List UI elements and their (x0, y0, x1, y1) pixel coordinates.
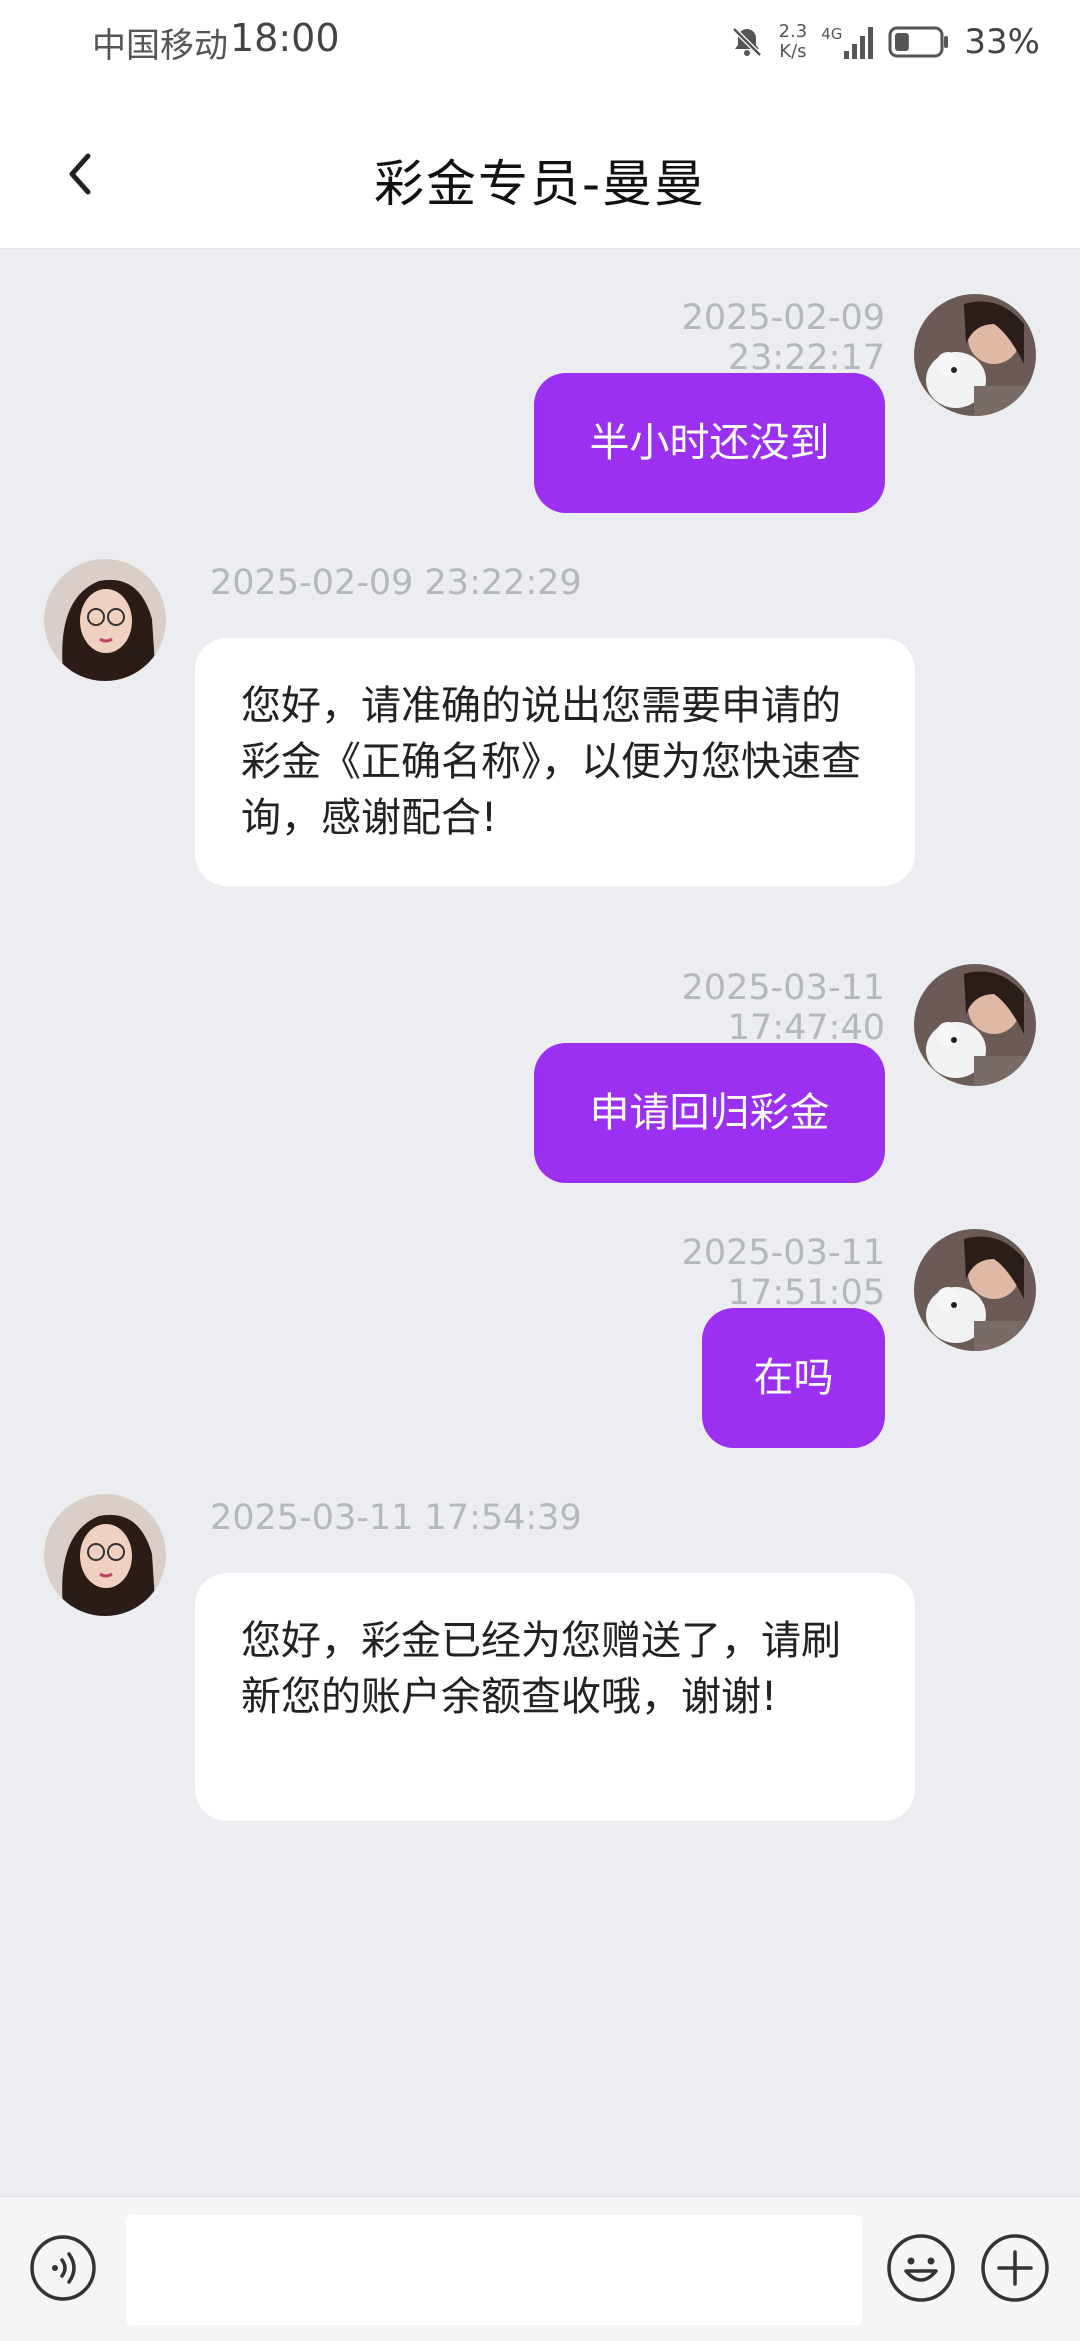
message-bubble-received[interactable]: 您好，彩金已经为您赠送了，请刷新您的账户余额查收哦，谢谢! (195, 1573, 915, 1821)
network-type: 4G (821, 25, 843, 43)
more-button[interactable] (978, 2231, 1052, 2305)
avatar-photo-icon (914, 964, 1036, 1086)
page-title: 彩金专员-曼曼 (373, 155, 707, 213)
net-speed-unit: K/s (779, 41, 807, 62)
plus-icon (981, 2234, 1049, 2302)
net-speed-value: 2.3 (778, 21, 808, 42)
status-icons: 2.3 K/s 4G 33% (729, 18, 1040, 66)
chat-header: 彩金专员-曼曼 (0, 84, 1080, 249)
signal-icon (844, 27, 874, 59)
agent-avatar[interactable] (44, 559, 166, 681)
message-bubble-sent[interactable]: 申请回归彩金 (534, 1043, 885, 1183)
battery-icon (888, 26, 949, 58)
my-avatar[interactable] (914, 964, 1036, 1086)
net-speed: 2.3 K/s (779, 22, 808, 62)
avatar-photo-icon (914, 1229, 1036, 1351)
message-timestamp: 2025-02-09 23:22:17 (681, 298, 885, 378)
message-timestamp: 2025-02-09 23:22:29 (210, 563, 582, 603)
voice-button[interactable] (28, 2233, 98, 2303)
agent-avatar[interactable] (44, 1494, 166, 1616)
carrier-label: 中国移动 (92, 26, 228, 66)
battery-percent: 33% (964, 22, 1040, 62)
message-timestamp: 2025-03-11 17:47:40 (681, 968, 885, 1048)
avatar-photo-icon (44, 1494, 166, 1616)
message-bubble-sent[interactable]: 在吗 (702, 1308, 885, 1448)
my-avatar[interactable] (914, 1229, 1036, 1351)
emoji-button[interactable] (884, 2231, 958, 2305)
message-list[interactable]: 2025-02-09 23:22:17 半小时还没到 2025-02-09 23… (0, 248, 1080, 2198)
avatar-photo-icon (44, 559, 166, 681)
status-bar: 中国移动 18:00 2.3 K/s 4G 33% (0, 0, 1080, 84)
input-bar (0, 2196, 1080, 2341)
my-avatar[interactable] (914, 294, 1036, 416)
clock: 18:00 (230, 16, 340, 60)
signal-indicator: 4G (821, 25, 874, 59)
message-timestamp: 2025-03-11 17:54:39 (210, 1498, 582, 1538)
emoji-icon (887, 2234, 955, 2302)
avatar-photo-icon (914, 294, 1036, 416)
message-bubble-received[interactable]: 您好，请准确的说出您需要申请的彩金《正确名称》，以便为您快速查询，感谢配合! (195, 638, 915, 886)
message-timestamp: 2025-03-11 17:51:05 (681, 1233, 885, 1313)
voice-icon (30, 2235, 96, 2301)
message-bubble-sent[interactable]: 半小时还没到 (534, 373, 885, 513)
message-input[interactable] (126, 2215, 862, 2325)
mute-bell-icon (731, 27, 762, 57)
